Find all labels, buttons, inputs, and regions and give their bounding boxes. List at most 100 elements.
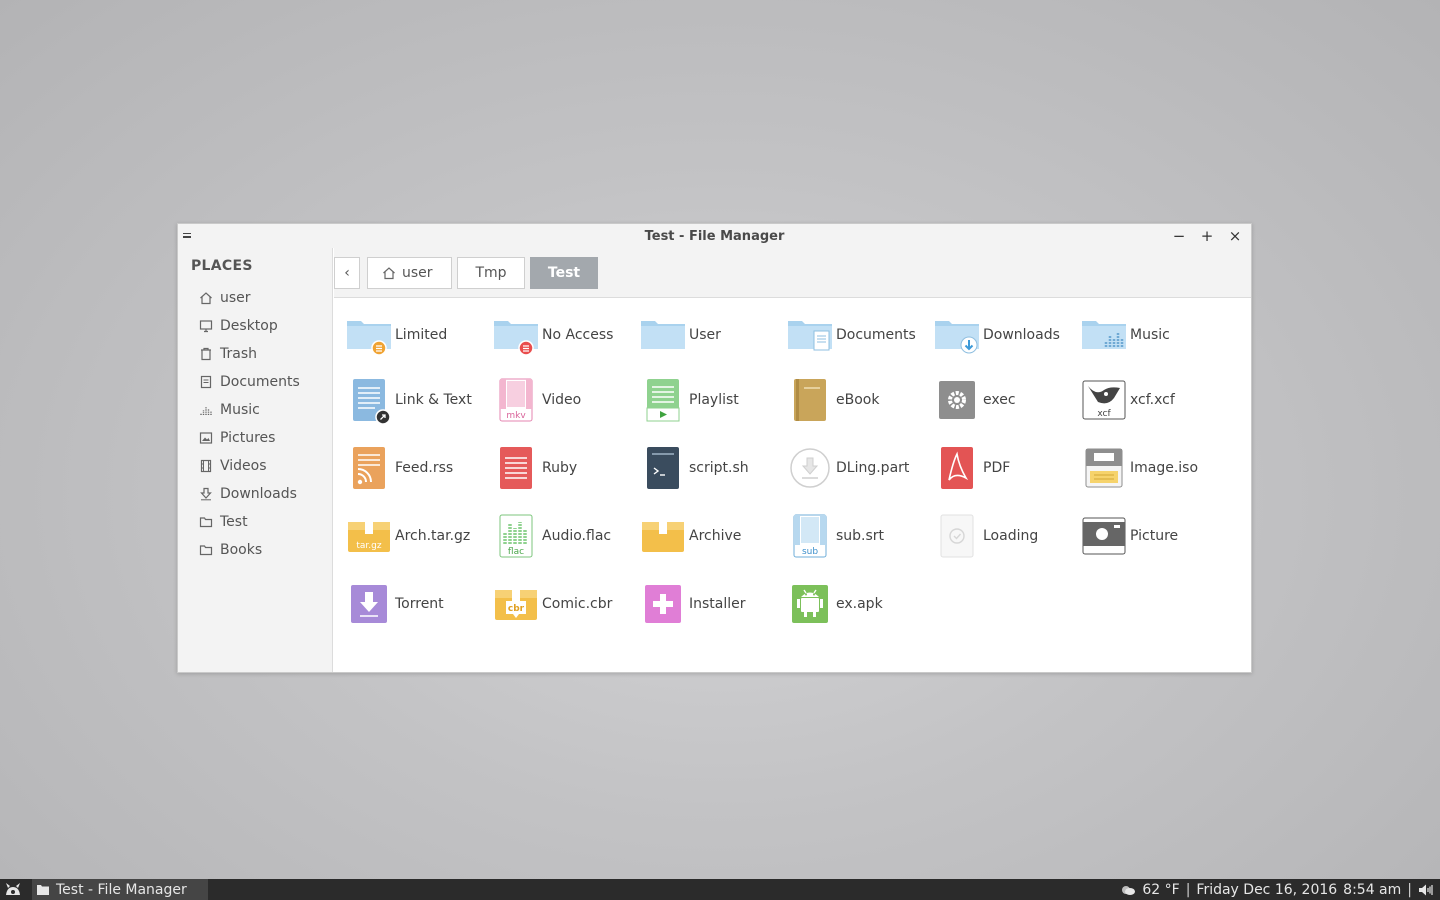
breadcrumb-test[interactable]: Test bbox=[530, 257, 598, 289]
file-item[interactable]: sub sub.srt bbox=[785, 511, 931, 561]
weather-temperature[interactable]: 62 °F bbox=[1142, 882, 1179, 898]
trash-icon bbox=[198, 346, 214, 362]
camera-picture-icon bbox=[1082, 517, 1126, 555]
breadcrumb-label: Tmp bbox=[475, 265, 507, 281]
taskbar-task-label: Test - File Manager bbox=[56, 881, 187, 898]
file-item[interactable]: Picture bbox=[1079, 511, 1225, 561]
file-item[interactable]: User bbox=[638, 310, 784, 360]
places-list: user Desktop Trash Documents Music Pictu… bbox=[198, 284, 300, 564]
comic-archive-icon: cbr bbox=[495, 590, 537, 620]
file-label: Arch.tar.gz bbox=[395, 528, 471, 544]
title-bar[interactable]: Test - File Manager − + × bbox=[178, 224, 1251, 248]
sidebar-item-label: Test bbox=[220, 514, 248, 530]
folder-music-icon bbox=[1082, 321, 1126, 349]
maximize-button[interactable]: + bbox=[1199, 228, 1215, 244]
folder-icon bbox=[641, 321, 685, 349]
file-label: Comic.cbr bbox=[542, 596, 613, 612]
sidebar-item-downloads[interactable]: Downloads bbox=[198, 480, 300, 508]
file-item[interactable]: script.sh bbox=[638, 443, 784, 493]
android-apk-icon bbox=[792, 585, 828, 623]
sidebar-item-pictures[interactable]: Pictures bbox=[198, 424, 300, 452]
sidebar-item-documents[interactable]: Documents bbox=[198, 368, 300, 396]
desktop-icon bbox=[198, 318, 214, 334]
app-menu-logo-icon[interactable] bbox=[4, 881, 22, 898]
minimize-button[interactable]: − bbox=[1171, 228, 1187, 244]
window-title: Test - File Manager bbox=[644, 228, 785, 244]
tray-separator: | bbox=[1407, 881, 1412, 898]
file-label: Playlist bbox=[689, 392, 739, 408]
file-item[interactable]: Downloads bbox=[932, 310, 1078, 360]
playlist-icon bbox=[646, 379, 680, 422]
back-button[interactable]: ‹ bbox=[334, 257, 360, 289]
breadcrumb-user[interactable]: user bbox=[367, 257, 452, 289]
disc-image-icon bbox=[1085, 448, 1123, 488]
folder-documents-icon bbox=[788, 321, 832, 351]
file-label: Archive bbox=[689, 528, 742, 544]
installer-icon bbox=[645, 585, 681, 623]
file-item[interactable]: Playlist bbox=[638, 375, 784, 425]
folder-noaccess-icon bbox=[494, 321, 538, 356]
sidebar-item-label: Desktop bbox=[220, 318, 278, 334]
file-label: Documents bbox=[836, 327, 916, 343]
main-pane: ‹ user Tmp Test Limited No Access User D… bbox=[334, 248, 1251, 672]
file-item[interactable]: Music bbox=[1079, 310, 1225, 360]
icon-badge-text: mkv bbox=[506, 411, 526, 421]
file-item[interactable]: Link & Text bbox=[344, 375, 490, 425]
file-item[interactable]: Archive bbox=[638, 511, 784, 561]
sidebar-item-user[interactable]: user bbox=[198, 284, 300, 312]
file-item[interactable]: tar.gz Arch.tar.gz bbox=[344, 511, 490, 561]
file-label: exec bbox=[983, 392, 1016, 408]
sidebar-item-trash[interactable]: Trash bbox=[198, 340, 300, 368]
file-item[interactable]: Image.iso bbox=[1079, 443, 1225, 493]
file-label: User bbox=[689, 327, 721, 343]
sidebar-item-desktop[interactable]: Desktop bbox=[198, 312, 300, 340]
close-button[interactable]: × bbox=[1227, 228, 1243, 244]
file-label: DLing.part bbox=[836, 460, 910, 476]
file-item[interactable]: Ruby bbox=[491, 443, 637, 493]
sidebar-item-videos[interactable]: Videos bbox=[198, 452, 300, 480]
file-item[interactable]: Loading bbox=[932, 511, 1078, 561]
icon-badge-text: flac bbox=[508, 547, 524, 557]
sidebar-item-music[interactable]: Music bbox=[198, 396, 300, 424]
volume-icon[interactable] bbox=[1418, 883, 1434, 897]
file-label: Downloads bbox=[983, 327, 1060, 343]
icon-badge-text: xcf bbox=[1097, 409, 1111, 419]
file-item[interactable]: exec bbox=[932, 375, 1078, 425]
file-item[interactable]: DLing.part bbox=[785, 443, 931, 493]
file-item[interactable]: Documents bbox=[785, 310, 931, 360]
download-icon bbox=[198, 486, 214, 502]
file-item[interactable]: ex.apk bbox=[785, 579, 931, 629]
taskbar-task-file-manager[interactable]: Test - File Manager bbox=[32, 879, 208, 900]
sidebar: PLACES user Desktop Trash Documents Musi… bbox=[178, 248, 333, 672]
sidebar-item-test[interactable]: Test bbox=[198, 508, 300, 536]
file-item[interactable]: Feed.rss bbox=[344, 443, 490, 493]
folder-icon bbox=[198, 542, 214, 558]
file-item[interactable]: PDF bbox=[932, 443, 1078, 493]
folder-downloads-icon bbox=[935, 321, 979, 354]
sidebar-item-books[interactable]: Books bbox=[198, 536, 300, 564]
flac-audio-icon: flac bbox=[499, 514, 533, 558]
file-item[interactable]: flac Audio.flac bbox=[491, 511, 637, 561]
window-menu-icon[interactable] bbox=[183, 228, 197, 242]
clock-date[interactable]: Friday Dec 16, 2016 bbox=[1196, 882, 1337, 898]
document-icon bbox=[198, 374, 214, 390]
ebook-icon bbox=[794, 379, 826, 421]
file-manager-window: Test - File Manager − + × PLACES user De… bbox=[177, 223, 1252, 673]
file-item[interactable]: Torrent bbox=[344, 579, 490, 629]
breadcrumb-tmp[interactable]: Tmp bbox=[457, 257, 525, 289]
rss-feed-icon bbox=[353, 447, 385, 489]
file-label: Installer bbox=[689, 596, 746, 612]
video-mkv-icon: mkv bbox=[499, 378, 533, 422]
file-item[interactable]: cbr Comic.cbr bbox=[491, 579, 637, 629]
file-item[interactable]: Limited bbox=[344, 310, 490, 360]
icon-badge-text: sub bbox=[802, 547, 818, 557]
xcf-image-icon: xcf bbox=[1082, 380, 1126, 420]
file-item[interactable]: eBook bbox=[785, 375, 931, 425]
clock-time[interactable]: 8:54 am bbox=[1343, 882, 1401, 898]
file-item[interactable]: No Access bbox=[491, 310, 637, 360]
file-label: xcf.xcf bbox=[1130, 392, 1175, 408]
file-item[interactable]: mkv Video bbox=[491, 375, 637, 425]
file-item[interactable]: Installer bbox=[638, 579, 784, 629]
pdf-icon bbox=[941, 447, 973, 489]
file-item[interactable]: xcf xcf.xcf bbox=[1079, 375, 1225, 425]
